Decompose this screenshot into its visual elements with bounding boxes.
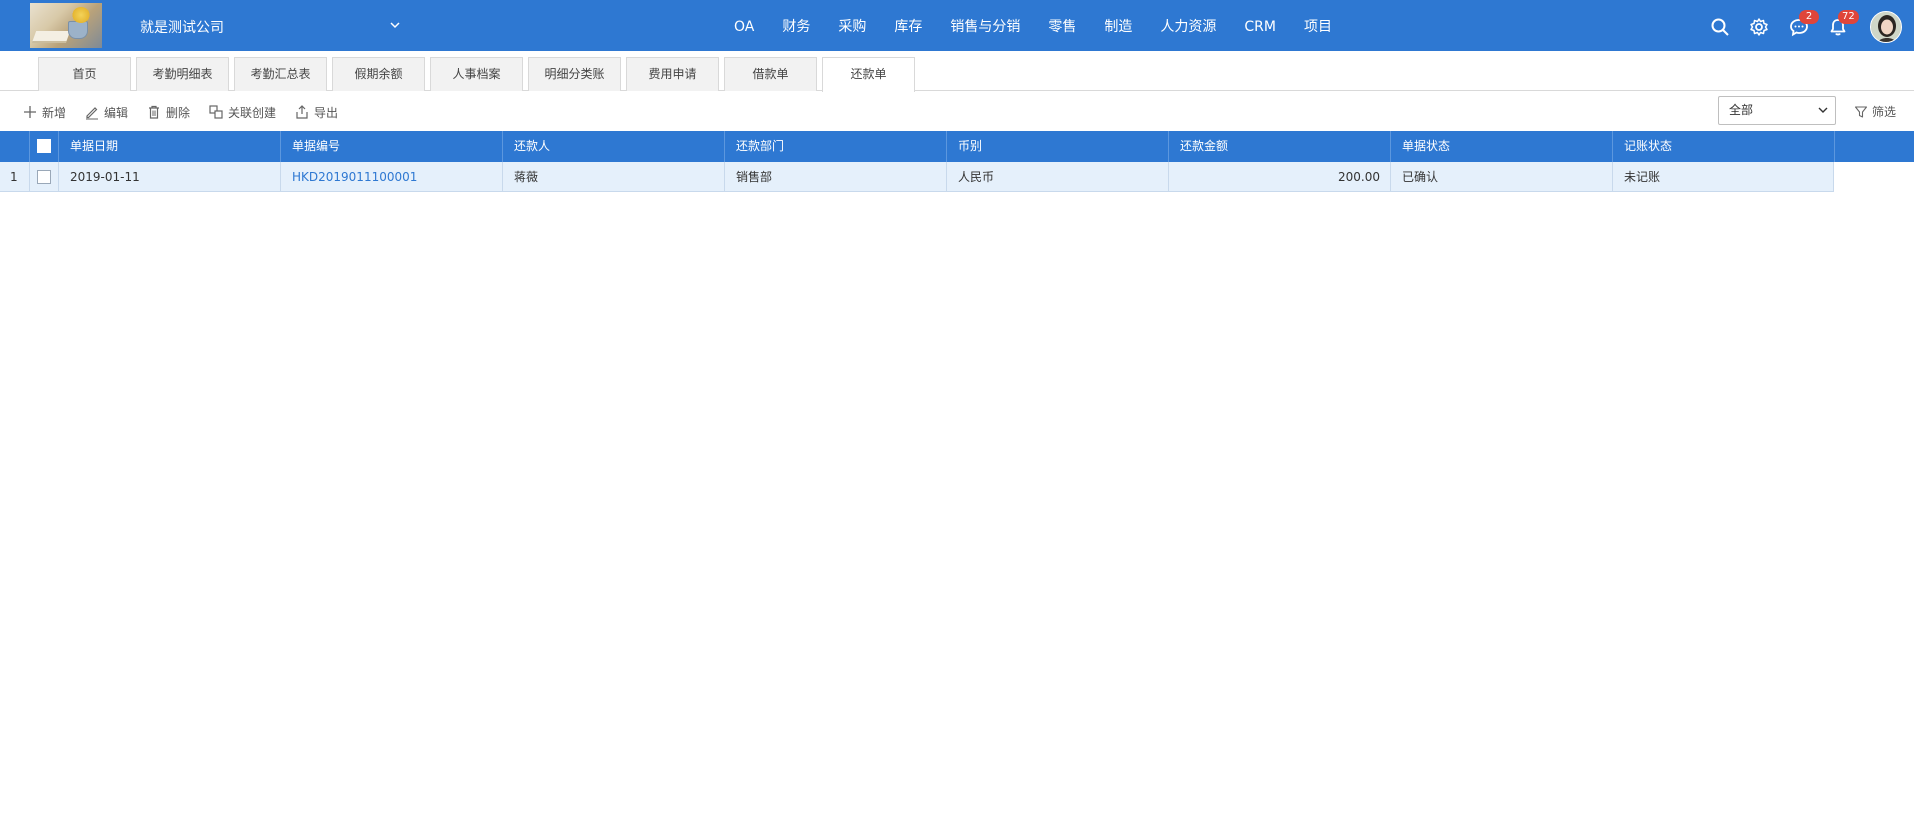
tab-ledger[interactable]: 明细分类账	[528, 57, 621, 91]
link-create-button-label: 关联创建	[228, 105, 277, 120]
column-header-payer[interactable]: 还款人	[503, 131, 725, 162]
bell-icon[interactable]: 72	[1828, 10, 1859, 37]
cell-payer: 蒋薇	[503, 162, 725, 192]
gear-icon[interactable]	[1749, 17, 1769, 37]
column-header-currency[interactable]: 币别	[947, 131, 1169, 162]
cell-number-link[interactable]: HKD2019011100001	[281, 162, 503, 192]
filter-button[interactable]: 筛选	[1854, 103, 1896, 120]
message-icon[interactable]: 2	[1789, 10, 1819, 37]
column-header-number[interactable]: 单据编号	[281, 131, 503, 162]
status-select-value: 全部	[1729, 103, 1754, 117]
cell-department: 销售部	[725, 162, 947, 192]
plus-icon	[24, 106, 36, 118]
add-button[interactable]: 新增	[22, 103, 66, 121]
filter-icon	[1854, 105, 1868, 118]
chevron-down-icon	[1818, 107, 1828, 113]
cell-doc-status: 已确认	[1391, 162, 1613, 192]
nav-item-crm[interactable]: CRM	[1230, 0, 1290, 51]
row-select-cell	[30, 162, 59, 192]
chevron-down-icon[interactable]	[388, 18, 402, 32]
nav-item-manufacturing[interactable]: 制造	[1090, 0, 1146, 51]
add-button-label: 新增	[42, 105, 67, 120]
row-checkbox[interactable]	[37, 170, 51, 184]
tab-loan[interactable]: 借款单	[724, 57, 817, 91]
company-logo[interactable]	[30, 3, 102, 48]
link-create-button[interactable]: 关联创建	[208, 103, 276, 121]
select-all-checkbox[interactable]	[37, 139, 51, 153]
filter-button-label: 筛选	[1872, 105, 1897, 119]
status-select[interactable]: 全部	[1718, 96, 1836, 125]
company-name[interactable]: 就是测试公司	[140, 17, 224, 37]
cell-currency: 人民币	[947, 162, 1169, 192]
delete-button-label: 删除	[166, 105, 191, 120]
table-row[interactable]: 1 2019-01-11 HKD2019011100001 蒋薇 销售部 人民币…	[0, 162, 1834, 192]
nav-item-project[interactable]: 项目	[1290, 0, 1346, 51]
nav-item-hr[interactable]: 人力资源	[1146, 0, 1230, 51]
edit-button[interactable]: 编辑	[84, 103, 128, 121]
tab-repayment[interactable]: 还款单	[822, 57, 915, 92]
cell-amount: 200.00	[1169, 162, 1391, 192]
search-icon[interactable]	[1710, 17, 1730, 37]
pencil-icon	[86, 107, 98, 120]
top-bar: 就是测试公司 OA 财务 采购 库存 销售与分销 零售 制造 人力资源 CRM …	[0, 0, 1914, 51]
tab-leave-balance[interactable]: 假期余额	[332, 57, 425, 91]
link-create-icon	[209, 105, 223, 119]
trash-icon	[149, 105, 159, 119]
nav-item-retail[interactable]: 零售	[1034, 0, 1090, 51]
table-header: 单据日期 单据编号 还款人 还款部门 币别 还款金额 单据状态 记账状态	[0, 131, 1914, 162]
column-header-doc-status[interactable]: 单据状态	[1391, 131, 1613, 162]
column-header-posting-status[interactable]: 记账状态	[1613, 131, 1835, 162]
nav-item-oa[interactable]: OA	[720, 0, 768, 51]
column-header-amount[interactable]: 还款金额	[1169, 131, 1391, 162]
delete-button[interactable]: 删除	[146, 103, 190, 121]
nav-item-sales[interactable]: 销售与分销	[936, 0, 1034, 51]
nav-item-inventory[interactable]: 库存	[880, 0, 936, 51]
toolbar: 新增 编辑 删除 关联创建 导出	[0, 92, 1914, 130]
nav-item-purchase[interactable]: 采购	[824, 0, 880, 51]
cell-posting-status: 未记账	[1613, 162, 1834, 192]
tab-expense-request[interactable]: 费用申请	[626, 57, 719, 91]
cell-date: 2019-01-11	[59, 162, 281, 192]
tab-bar: 首页 考勤明细表 考勤汇总表 假期余额 人事档案 明细分类账 费用申请 借款单 …	[0, 51, 1914, 92]
column-header-date[interactable]: 单据日期	[59, 131, 281, 162]
notification-badge: 72	[1838, 10, 1859, 24]
tab-personnel-file[interactable]: 人事档案	[430, 57, 523, 91]
message-badge: 2	[1799, 10, 1819, 24]
column-header-department[interactable]: 还款部门	[725, 131, 947, 162]
edit-button-label: 编辑	[104, 105, 129, 120]
tab-attendance-detail[interactable]: 考勤明细表	[136, 57, 229, 91]
export-button-label: 导出	[314, 105, 339, 120]
select-all-header	[30, 131, 59, 162]
row-number: 1	[0, 162, 30, 192]
nav-item-finance[interactable]: 财务	[768, 0, 824, 51]
row-number-header	[0, 131, 30, 162]
tab-attendance-summary[interactable]: 考勤汇总表	[234, 57, 327, 91]
tab-home[interactable]: 首页	[38, 57, 131, 91]
export-icon	[296, 105, 308, 119]
main-nav: OA 财务 采购 库存 销售与分销 零售 制造 人力资源 CRM 项目	[720, 0, 1346, 51]
avatar[interactable]	[1870, 11, 1902, 43]
export-button[interactable]: 导出	[294, 103, 338, 121]
